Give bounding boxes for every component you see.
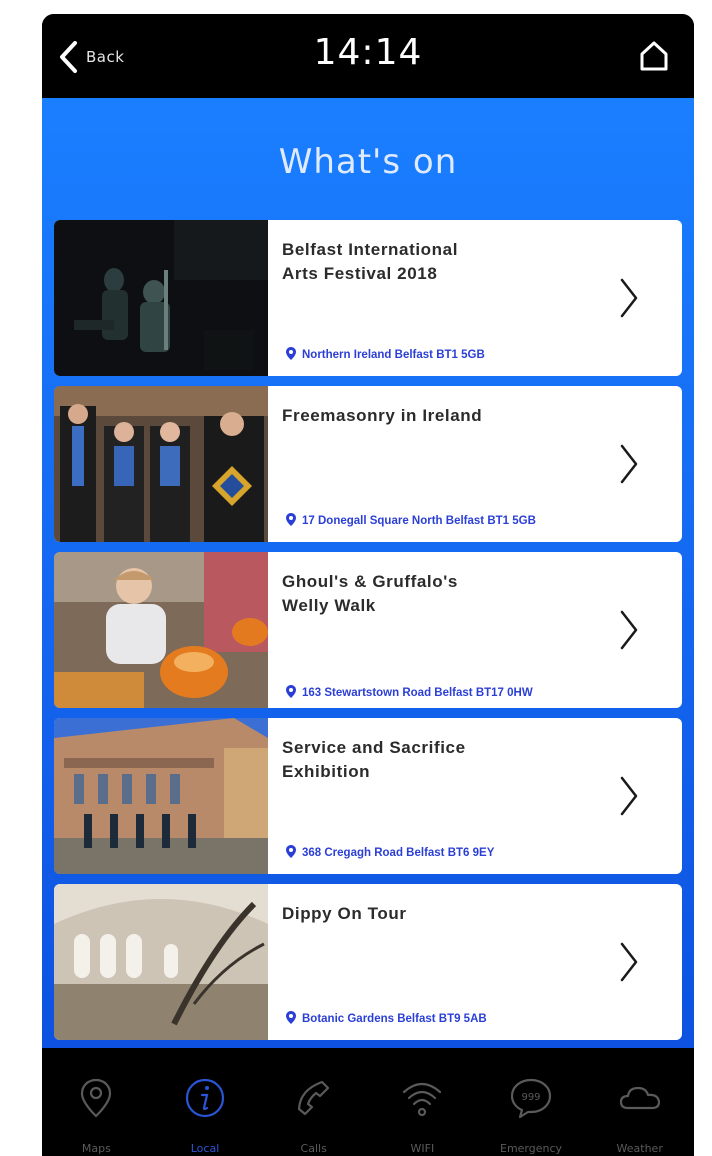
home-icon[interactable] [638, 40, 670, 72]
tab-label: Local [190, 1142, 220, 1155]
location-pin-icon [286, 845, 296, 858]
concert-photo [54, 220, 268, 376]
svg-text:999: 999 [521, 1092, 540, 1103]
museum-hall-photo [54, 884, 268, 1040]
chevron-right-icon [620, 444, 638, 484]
top-bar: Back 14:14 [42, 14, 694, 98]
event-title: Freemasonry in Ireland [282, 406, 483, 425]
clock: 14:14 [313, 32, 423, 73]
chevron-right-icon [620, 278, 638, 318]
location-pin-icon [286, 513, 296, 526]
location-pin-icon [286, 685, 296, 698]
bottom-tab-bar: Maps Local Calls WIFI 999 Emergency Weat… [42, 1048, 694, 1156]
event-thumbnail [54, 220, 268, 376]
event-title: Dippy On Tour [282, 904, 407, 923]
tab-label: Weather [616, 1142, 663, 1155]
event-location: 17 Donegall Square North Belfast BT1 5GB [286, 513, 626, 528]
event-card[interactable]: Belfast International Arts Festival 2018… [54, 220, 682, 376]
event-location-text: 368 Cregagh Road Belfast BT6 9EY [302, 847, 495, 859]
tab-local[interactable]: Local [151, 1048, 260, 1156]
event-location: Botanic Gardens Belfast BT9 5AB [286, 1011, 626, 1026]
freemasons-photo [54, 386, 268, 542]
tab-maps[interactable]: Maps [42, 1048, 151, 1156]
tab-weather[interactable]: Weather [585, 1048, 694, 1156]
tab-emergency[interactable]: 999 Emergency [477, 1048, 586, 1156]
event-location-text: Botanic Gardens Belfast BT9 5AB [302, 1013, 487, 1025]
event-title: Ghoul's & Gruffalo's Welly Walk [282, 572, 458, 615]
phone-icon [297, 1080, 329, 1116]
emergency-999-icon: 999 [510, 1078, 552, 1119]
location-pin-icon [286, 347, 296, 360]
tab-calls[interactable]: Calls [259, 1048, 368, 1156]
tab-wifi[interactable]: WIFI [368, 1048, 477, 1156]
chevron-right-icon [620, 942, 638, 982]
event-thumbnail [54, 718, 268, 874]
tab-label: Calls [300, 1142, 327, 1155]
event-location: 368 Cregagh Road Belfast BT6 9EY [286, 845, 626, 860]
tab-label: Emergency [500, 1142, 563, 1155]
cloud-icon [619, 1086, 660, 1110]
event-title: Belfast International Arts Festival 2018 [282, 240, 459, 283]
event-card[interactable]: Service and Sacrifice Exhibition 368 Cre… [54, 718, 682, 874]
tab-label: Maps [81, 1142, 111, 1155]
event-location-text: 17 Donegall Square North Belfast BT1 5GB [302, 515, 536, 527]
event-card[interactable]: Ghoul's & Gruffalo's Welly Walk 163 Stew… [54, 552, 682, 708]
event-location-text: Northern Ireland Belfast BT1 5GB [302, 349, 485, 361]
map-pin-icon [81, 1078, 112, 1118]
event-card[interactable]: Dippy On Tour Botanic Gardens Belfast BT… [54, 884, 682, 1040]
pumpkin-carving-photo [54, 552, 268, 708]
tab-label: WIFI [410, 1142, 435, 1155]
event-card[interactable]: Freemasonry in Ireland 17 Donegall Squar… [54, 386, 682, 542]
chevron-right-icon [620, 776, 638, 816]
info-icon [185, 1078, 225, 1118]
event-location-text: 163 Stewartstown Road Belfast BT17 0HW [302, 687, 533, 699]
event-thumbnail [54, 884, 268, 1040]
main-content: What's on Belfast International Arts Fes… [42, 98, 694, 1048]
chevron-right-icon [620, 610, 638, 650]
location-pin-icon [286, 1011, 296, 1024]
wifi-icon [403, 1082, 442, 1117]
device-frame: Back 14:14 What's on Belfast Internation… [42, 14, 694, 1156]
event-thumbnail [54, 552, 268, 708]
event-location: Northern Ireland Belfast BT1 5GB [286, 347, 626, 362]
event-location: 163 Stewartstown Road Belfast BT17 0HW [286, 685, 626, 700]
page-title: What's on [278, 142, 458, 182]
exhibition-building-photo [54, 718, 268, 874]
event-title: Service and Sacrifice Exhibition [282, 738, 466, 781]
event-thumbnail [54, 386, 268, 542]
event-list: Belfast International Arts Festival 2018… [54, 220, 682, 1048]
